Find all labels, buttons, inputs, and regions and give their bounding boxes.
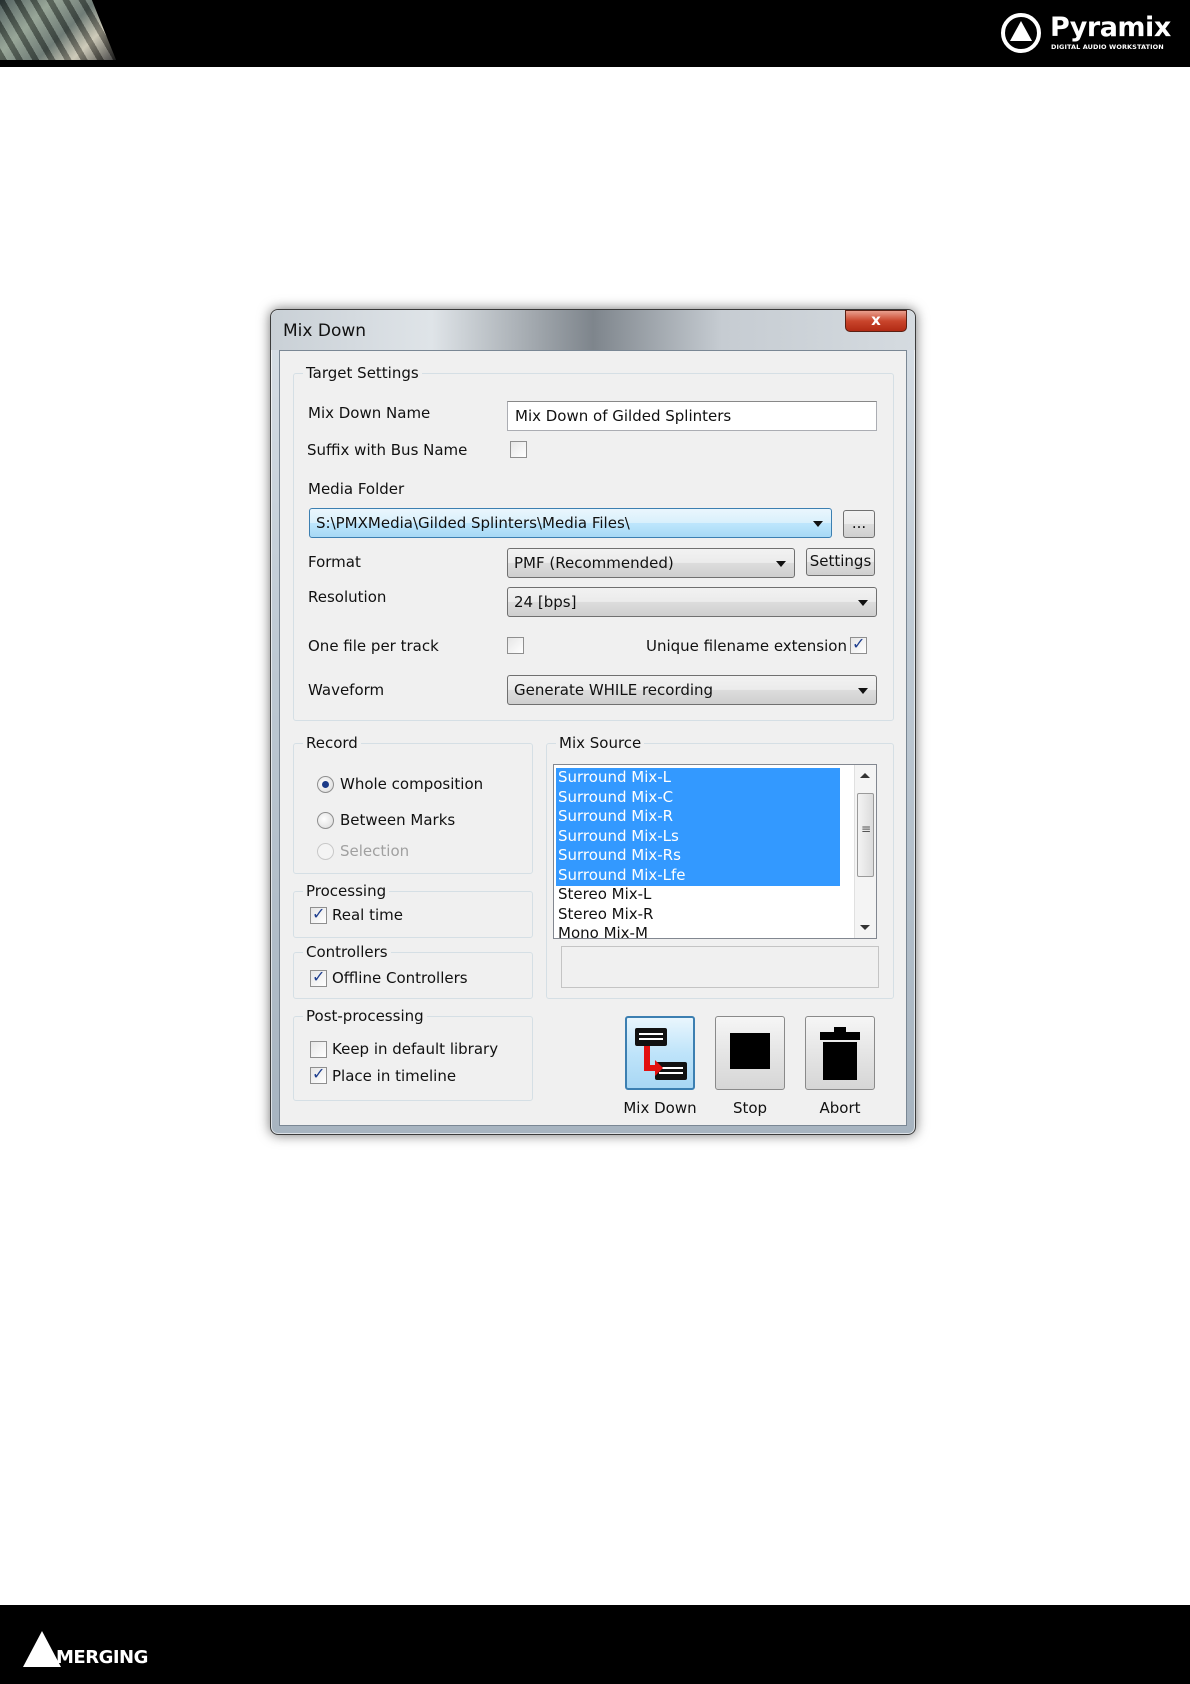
browse-folder-button[interactable]: ...: [843, 510, 875, 538]
format-settings-button[interactable]: Settings: [806, 548, 875, 576]
media-folder-label: Media Folder: [308, 480, 405, 498]
keep-default-library-label: Keep in default library: [332, 1040, 499, 1058]
place-in-timeline-checkbox[interactable]: ✓: [310, 1064, 327, 1084]
radio-between-marks-label: Between Marks: [340, 811, 456, 829]
place-in-timeline-label: Place in timeline: [332, 1067, 457, 1085]
suffix-bus-name-checkbox[interactable]: [510, 441, 527, 458]
media-folder-value: S:\PMXMedia\Gilded Splinters\Media Files…: [316, 514, 630, 532]
list-item[interactable]: Stereo Mix-R: [556, 905, 840, 925]
processing-group: Processing: [293, 882, 533, 938]
merging-brand-text: MERGING: [56, 1647, 148, 1668]
list-item[interactable]: Surround Mix-Rs: [556, 846, 840, 866]
list-item[interactable]: Surround Mix-C: [556, 787, 840, 808]
mixing-console-photo: [0, 0, 116, 60]
mix-down-name-field[interactable]: Mix Down of Gilded Splinters: [507, 401, 877, 431]
post-processing-group: Post-processing: [293, 1007, 533, 1101]
mix-down-name-label: Mix Down Name: [308, 404, 431, 422]
merging-logo: MERGING: [22, 1629, 182, 1673]
trash-icon: [820, 1027, 860, 1080]
list-item[interactable]: Surround Mix-Ls: [556, 826, 840, 847]
real-time-checkbox[interactable]: ✓: [310, 904, 327, 924]
pyramix-logo-icon: [1001, 13, 1041, 53]
format-label: Format: [308, 553, 361, 571]
list-item[interactable]: Surround Mix-Lfe: [556, 865, 840, 886]
post-processing-group-title: Post-processing: [303, 1007, 427, 1025]
chevron-down-icon: [858, 600, 868, 606]
radio-whole-composition-label: Whole composition: [340, 775, 484, 793]
mix-source-info-box: [561, 946, 879, 988]
brand-title: Pyramix: [1050, 12, 1171, 43]
waveform-value: Generate WHILE recording: [514, 681, 714, 699]
close-button[interactable]: x: [845, 310, 907, 332]
stop-button-label: Stop: [732, 1099, 768, 1117]
stop-button[interactable]: [715, 1016, 785, 1090]
checkmark-icon: ✓: [312, 904, 326, 923]
scroll-thumb[interactable]: [857, 793, 874, 877]
checkmark-icon: ✓: [852, 634, 866, 653]
resolution-label: Resolution: [308, 588, 387, 606]
radio-whole-composition[interactable]: [317, 776, 334, 793]
suffix-bus-name-label: Suffix with Bus Name: [307, 441, 468, 459]
keep-default-library-checkbox[interactable]: [310, 1041, 327, 1058]
title-bar[interactable]: Mix Down x: [271, 310, 915, 350]
offline-controllers-label: Offline Controllers: [332, 969, 468, 987]
brand-subtitle: DIGITAL AUDIO WORKSTATION: [1051, 43, 1164, 51]
checkmark-icon: ✓: [312, 1064, 326, 1083]
list-item[interactable]: Stereo Mix-L: [556, 885, 840, 905]
footer-bar: MERGING: [0, 1605, 1190, 1684]
mix-source-group-title: Mix Source: [556, 734, 645, 752]
mix-source-list[interactable]: Surround Mix-L Surround Mix-C Surround M…: [553, 764, 877, 939]
radio-between-marks[interactable]: [317, 812, 334, 829]
scroll-down-arrow-icon[interactable]: [860, 925, 870, 930]
format-select[interactable]: PMF (Recommended): [507, 548, 795, 578]
media-folder-select[interactable]: S:\PMXMedia\Gilded Splinters\Media Files…: [309, 508, 832, 538]
chevron-down-icon: [776, 561, 786, 567]
list-item[interactable]: Surround Mix-L: [556, 768, 840, 788]
waveform-select[interactable]: Generate WHILE recording: [507, 675, 877, 705]
unique-extension-checkbox[interactable]: ✓: [850, 634, 867, 654]
resolution-select[interactable]: 24 [bps]: [507, 587, 877, 617]
checkmark-icon: ✓: [312, 967, 326, 986]
abort-button-label: Abort: [819, 1099, 861, 1117]
offline-controllers-checkbox[interactable]: ✓: [310, 967, 327, 987]
processing-group-title: Processing: [303, 882, 390, 900]
mix-down-icon: [635, 1028, 687, 1080]
dialog-title: Mix Down: [283, 321, 367, 341]
mix-down-button-label: Mix Down: [623, 1099, 697, 1117]
scroll-up-arrow-icon[interactable]: [860, 773, 870, 778]
resolution-value: 24 [bps]: [514, 593, 577, 611]
stop-icon: [730, 1033, 770, 1069]
chevron-down-icon: [858, 688, 868, 694]
one-file-per-track-label: One file per track: [308, 637, 439, 655]
list-item[interactable]: Mono Mix-M: [556, 924, 840, 938]
page: Pyramix DIGITAL AUDIO WORKSTATION Mix Do…: [0, 0, 1190, 1684]
abort-button[interactable]: [805, 1016, 875, 1090]
real-time-label: Real time: [332, 906, 403, 924]
radio-selection-label: Selection: [340, 842, 410, 860]
list-item[interactable]: Surround Mix-R: [556, 807, 840, 827]
header-bar: Pyramix DIGITAL AUDIO WORKSTATION: [0, 0, 1190, 67]
unique-extension-label: Unique filename extension: [646, 637, 847, 655]
chevron-down-icon: [813, 521, 823, 527]
one-file-per-track-checkbox[interactable]: [507, 637, 524, 654]
radio-selection[interactable]: [317, 843, 334, 860]
mix-down-button[interactable]: [625, 1016, 695, 1090]
list-scrollbar[interactable]: [854, 765, 876, 938]
record-group-title: Record: [303, 734, 361, 752]
target-settings-title: Target Settings: [303, 364, 422, 382]
waveform-label: Waveform: [308, 681, 385, 699]
controllers-group-title: Controllers: [303, 943, 391, 961]
format-value: PMF (Recommended): [514, 554, 674, 572]
